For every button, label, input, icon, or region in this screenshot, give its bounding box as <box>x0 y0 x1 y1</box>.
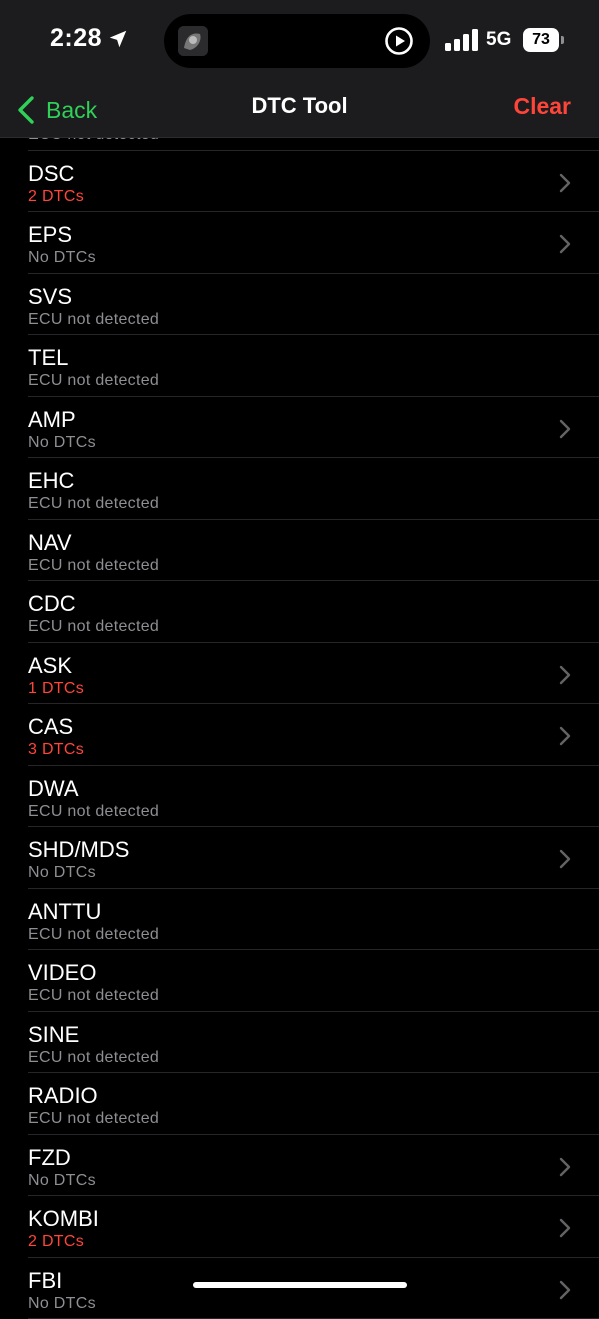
module-status: ECU not detected <box>28 557 159 575</box>
module-name: VIDEO <box>28 960 96 986</box>
module-row-shd-mds[interactable]: SHD/MDS No DTCs <box>28 827 599 889</box>
module-row-ask[interactable]: ASK 1 DTCs <box>28 643 599 705</box>
module-status: ECU not detected <box>28 311 159 329</box>
module-row-nav: NAV ECU not detected <box>28 520 599 582</box>
module-row-tel: TEL ECU not detected <box>28 335 599 397</box>
module-row-eps[interactable]: EPS No DTCs <box>28 212 599 274</box>
network-type: 5G <box>486 29 511 51</box>
module-row-dsc[interactable]: DSC 2 DTCs <box>28 151 599 213</box>
module-status: No DTCs <box>28 1172 96 1190</box>
chevron-right-icon <box>559 1218 571 1238</box>
module-row-video: VIDEO ECU not detected <box>28 950 599 1012</box>
module-status: 1 DTCs <box>28 680 84 698</box>
module-name: KOMBI <box>28 1206 99 1232</box>
dynamic-island[interactable] <box>164 14 430 68</box>
status-bar: 2:28 5G 73 <box>0 0 599 82</box>
module-row-dwa: DWA ECU not detected <box>28 766 599 828</box>
module-row-ehc: EHC ECU not detected <box>28 458 599 520</box>
module-list: ECU not detected DSC 2 DTCs EPS No DTCs … <box>0 89 599 1319</box>
module-name: NAV <box>28 530 72 556</box>
module-status: ECU not detected <box>28 618 159 636</box>
module-row-fzd[interactable]: FZD No DTCs <box>28 1135 599 1197</box>
chevron-right-icon <box>559 1280 571 1300</box>
chevron-right-icon <box>559 1157 571 1177</box>
module-status: ECU not detected <box>28 1110 159 1128</box>
module-name: ANTTU <box>28 899 101 925</box>
module-name: TEL <box>28 345 68 371</box>
navigation-bar: Back DTC Tool Clear <box>0 82 599 138</box>
module-row-anttu: ANTTU ECU not detected <box>28 889 599 951</box>
battery-level: 73 <box>523 28 559 52</box>
module-row-svs: SVS ECU not detected <box>28 274 599 336</box>
module-row-kombi[interactable]: KOMBI 2 DTCs <box>28 1196 599 1258</box>
module-row-fbi[interactable]: FBI No DTCs <box>28 1258 599 1319</box>
module-row-cas[interactable]: CAS 3 DTCs <box>28 704 599 766</box>
play-circle-icon[interactable] <box>384 26 414 56</box>
module-name: SHD/MDS <box>28 837 129 863</box>
module-status: ECU not detected <box>28 1049 159 1067</box>
module-status: 3 DTCs <box>28 741 84 759</box>
module-status: No DTCs <box>28 434 96 452</box>
location-arrow-icon <box>107 28 129 50</box>
module-name: CAS <box>28 714 73 740</box>
chevron-right-icon <box>559 665 571 685</box>
module-status: No DTCs <box>28 864 96 882</box>
chevron-right-icon <box>559 173 571 193</box>
battery-icon: 73 <box>523 28 563 52</box>
chevron-right-icon <box>559 234 571 254</box>
page-title: DTC Tool <box>0 93 599 119</box>
module-name: SVS <box>28 284 72 310</box>
module-status: ECU not detected <box>28 495 159 513</box>
module-row-amp[interactable]: AMP No DTCs <box>28 397 599 459</box>
module-name: DSC <box>28 161 74 187</box>
chevron-right-icon <box>559 419 571 439</box>
module-row-sine: SINE ECU not detected <box>28 1012 599 1074</box>
module-status: ECU not detected <box>28 803 159 821</box>
clear-button[interactable]: Clear <box>513 93 571 120</box>
module-status: No DTCs <box>28 249 96 267</box>
module-status: ECU not detected <box>28 926 159 944</box>
module-status: 2 DTCs <box>28 188 84 206</box>
module-row-cdc: CDC ECU not detected <box>28 581 599 643</box>
module-status: ECU not detected <box>28 372 159 390</box>
module-name: SINE <box>28 1022 79 1048</box>
chevron-right-icon <box>559 726 571 746</box>
module-name: DWA <box>28 776 79 802</box>
module-status: 2 DTCs <box>28 1233 84 1251</box>
now-playing-artwork-icon <box>178 26 208 56</box>
home-indicator[interactable] <box>193 1282 407 1288</box>
module-name: ASK <box>28 653 72 679</box>
module-status: No DTCs <box>28 1295 96 1313</box>
module-name: EPS <box>28 222 72 248</box>
module-name: CDC <box>28 591 76 617</box>
module-name: FBI <box>28 1268 62 1294</box>
module-status: ECU not detected <box>28 987 159 1005</box>
module-name: RADIO <box>28 1083 98 1109</box>
module-name: AMP <box>28 407 76 433</box>
module-name: EHC <box>28 468 74 494</box>
status-time: 2:28 <box>50 24 102 53</box>
module-row-radio: RADIO ECU not detected <box>28 1073 599 1135</box>
cellular-signal-icon <box>445 29 479 51</box>
chevron-right-icon <box>559 849 571 869</box>
module-name: FZD <box>28 1145 71 1171</box>
